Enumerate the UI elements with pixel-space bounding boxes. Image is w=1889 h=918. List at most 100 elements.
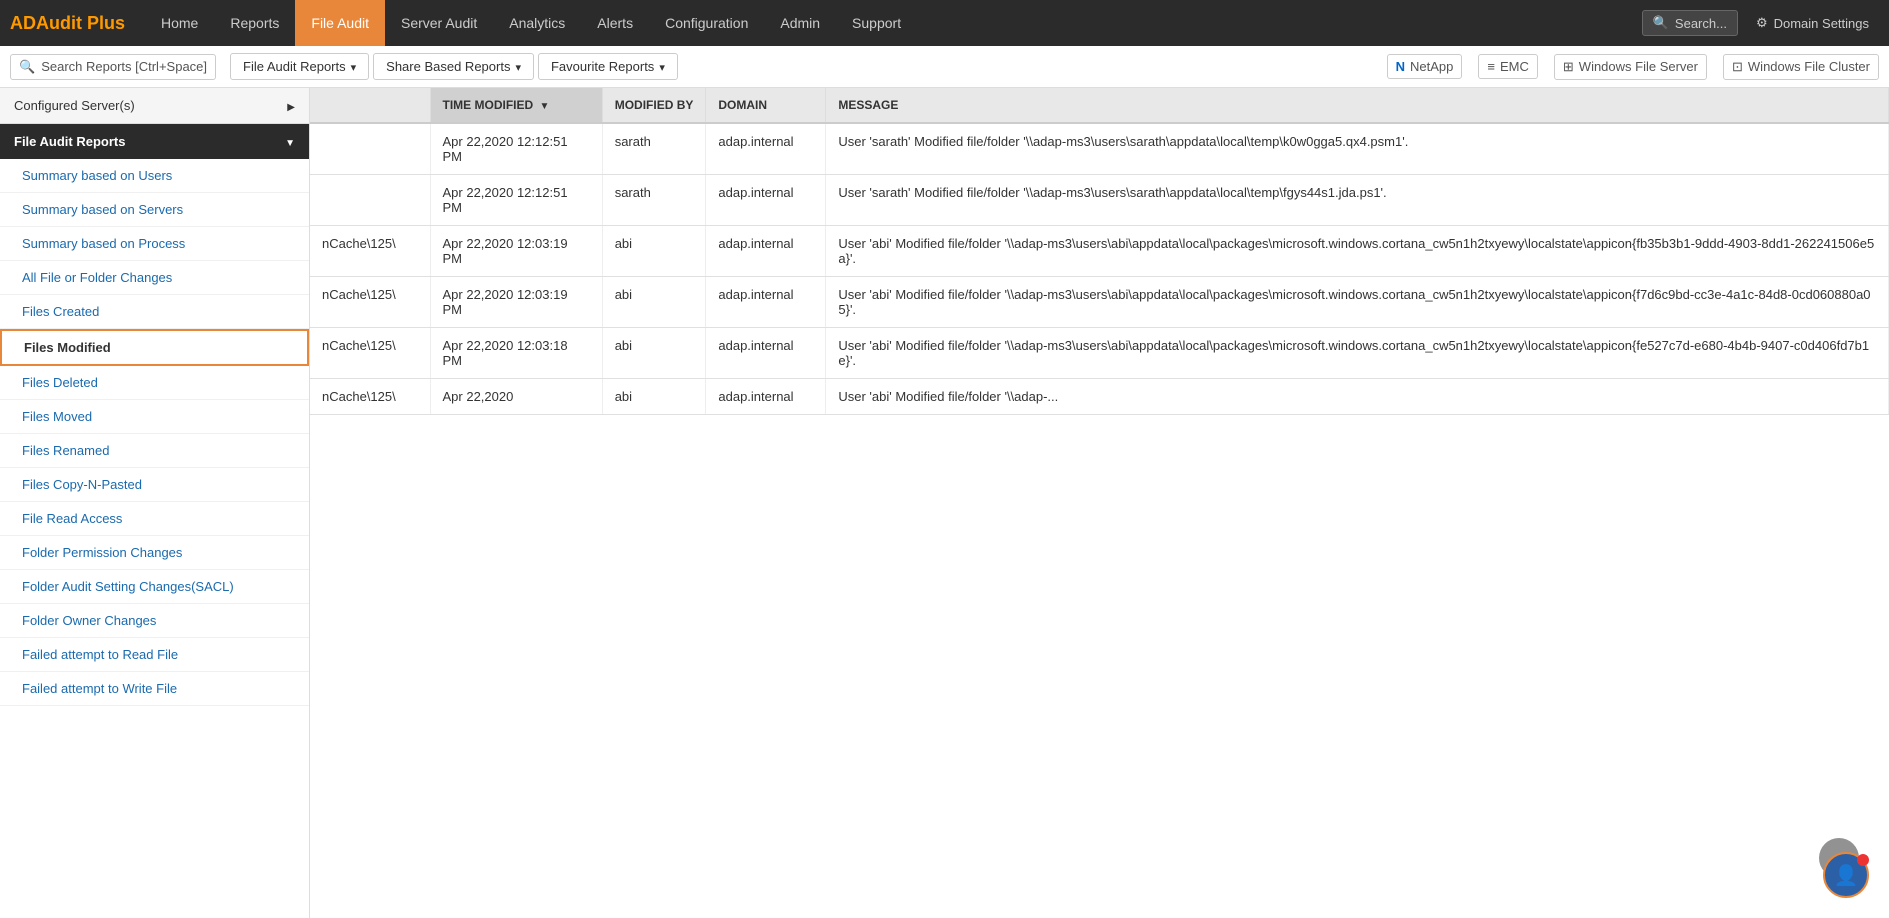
domain-settings-button[interactable]: ⚙ Domain Settings xyxy=(1746,11,1879,35)
nav-admin[interactable]: Admin xyxy=(764,0,836,46)
sidebar-item-file-read-access[interactable]: File Read Access xyxy=(0,502,309,536)
cell-time-modified: Apr 22,2020 12:12:51 PM xyxy=(430,123,602,175)
file-audit-reports-header-label: File Audit Reports xyxy=(14,134,125,149)
netapp-label: NetApp xyxy=(1410,59,1453,74)
table-row: nCache\125\Apr 22,2020abiadap.internalUs… xyxy=(310,379,1889,415)
windows-file-cluster-button[interactable]: ⊡ Windows File Cluster xyxy=(1723,54,1879,80)
nav-support[interactable]: Support xyxy=(836,0,917,46)
col-domain-label: DOMAIN xyxy=(718,98,767,112)
cell-modified-by: sarath xyxy=(602,123,706,175)
col-domain[interactable]: DOMAIN xyxy=(706,88,826,123)
share-based-reports-caret xyxy=(515,59,521,74)
sidebar-item-failed-read[interactable]: Failed attempt to Read File xyxy=(0,638,309,672)
emc-label: EMC xyxy=(1500,59,1529,74)
sidebar-item-folder-permission-changes[interactable]: Folder Permission Changes xyxy=(0,536,309,570)
netapp-icon: N xyxy=(1396,59,1405,74)
sidebar-item-summary-servers[interactable]: Summary based on Servers xyxy=(0,193,309,227)
emc-button[interactable]: ≡ EMC xyxy=(1478,54,1537,79)
cell-modified-by: abi xyxy=(602,226,706,277)
cell-domain: adap.internal xyxy=(706,328,826,379)
top-nav-right: 🔍 Search... ⚙ Domain Settings xyxy=(1642,10,1879,36)
notification-dot xyxy=(1857,854,1869,866)
table-header-row: TIME MODIFIED ▼ MODIFIED BY DOMAIN MESSA… xyxy=(310,88,1889,123)
sidebar-item-files-deleted[interactable]: Files Deleted xyxy=(0,366,309,400)
cell-modified-by: abi xyxy=(602,379,706,415)
netapp-button[interactable]: N NetApp xyxy=(1387,54,1463,79)
sort-arrow-icon: ▼ xyxy=(540,101,550,112)
cell-modified-by: abi xyxy=(602,277,706,328)
sidebar-item-files-renamed[interactable]: Files Renamed xyxy=(0,434,309,468)
windows-file-server-label: Windows File Server xyxy=(1579,59,1698,74)
sidebar-item-folder-owner-changes[interactable]: Folder Owner Changes xyxy=(0,604,309,638)
share-based-reports-dropdown[interactable]: Share Based Reports xyxy=(373,53,534,80)
cell-modified-by: sarath xyxy=(602,175,706,226)
sidebar-item-failed-write[interactable]: Failed attempt to Write File xyxy=(0,672,309,706)
global-search-label: Search... xyxy=(1675,16,1727,31)
cell-message: User 'abi' Modified file/folder '\\adap-… xyxy=(826,226,1889,277)
cell-time-modified: Apr 22,2020 12:03:19 PM xyxy=(430,226,602,277)
table-row: nCache\125\Apr 22,2020 12:03:18 PMabiada… xyxy=(310,328,1889,379)
sidebar: Configured Server(s) File Audit Reports … xyxy=(0,88,310,918)
favourite-reports-label: Favourite Reports xyxy=(551,59,654,74)
cell-message: User 'abi' Modified file/folder '\\adap-… xyxy=(826,277,1889,328)
gear-icon: ⚙ xyxy=(1756,15,1768,31)
domain-settings-label: Domain Settings xyxy=(1774,16,1869,31)
file-audit-reports-caret xyxy=(351,59,357,74)
cell-domain: adap.internal xyxy=(706,175,826,226)
table-row: Apr 22,2020 12:12:51 PMsarathadap.intern… xyxy=(310,123,1889,175)
cell-file-path: nCache\125\ xyxy=(310,226,430,277)
windows-file-server-button[interactable]: ⊞ Windows File Server xyxy=(1554,54,1707,80)
sidebar-item-files-created[interactable]: Files Created xyxy=(0,295,309,329)
table-row: Apr 22,2020 12:12:51 PMsarathadap.intern… xyxy=(310,175,1889,226)
top-navigation: ADAudit Plus Home Reports File Audit Ser… xyxy=(0,0,1889,46)
app-logo: ADAudit Plus xyxy=(10,13,125,34)
sidebar-item-all-file-folder-changes[interactable]: All File or Folder Changes xyxy=(0,261,309,295)
favourite-reports-caret xyxy=(659,59,665,74)
search-small-icon: 🔍 xyxy=(19,59,35,75)
file-audit-reports-dropdown[interactable]: File Audit Reports xyxy=(230,53,369,80)
cell-file-path xyxy=(310,123,430,175)
windows-file-cluster-icon: ⊡ xyxy=(1732,59,1743,75)
global-search[interactable]: 🔍 Search... xyxy=(1642,10,1738,36)
cell-file-path: nCache\125\ xyxy=(310,277,430,328)
cell-time-modified: Apr 22,2020 12:12:51 PM xyxy=(430,175,602,226)
nav-file-audit[interactable]: File Audit xyxy=(295,0,385,46)
cell-domain: adap.internal xyxy=(706,226,826,277)
nav-home[interactable]: Home xyxy=(145,0,214,46)
nav-analytics[interactable]: Analytics xyxy=(493,0,581,46)
nav-configuration[interactable]: Configuration xyxy=(649,0,764,46)
sidebar-item-folder-audit-setting[interactable]: Folder Audit Setting Changes(SACL) xyxy=(0,570,309,604)
sidebar-item-files-moved[interactable]: Files Moved xyxy=(0,400,309,434)
nav-alerts[interactable]: Alerts xyxy=(581,0,649,46)
col-time-modified-label: TIME MODIFIED xyxy=(443,98,534,112)
configured-servers-item[interactable]: Configured Server(s) xyxy=(0,88,309,124)
secondary-navigation: 🔍 Search Reports [Ctrl+Space] File Audit… xyxy=(0,46,1889,88)
cell-time-modified: Apr 22,2020 xyxy=(430,379,602,415)
main-layout: Configured Server(s) File Audit Reports … xyxy=(0,88,1889,918)
platform-icons: N NetApp ≡ EMC ⊞ Windows File Server ⊡ W… xyxy=(1387,54,1879,80)
sidebar-item-files-copy-n-pasted[interactable]: Files Copy-N-Pasted xyxy=(0,468,309,502)
nav-server-audit[interactable]: Server Audit xyxy=(385,0,493,46)
col-message-label: MESSAGE xyxy=(838,98,898,112)
col-time-modified[interactable]: TIME MODIFIED ▼ xyxy=(430,88,602,123)
sidebar-item-summary-users[interactable]: Summary based on Users xyxy=(0,159,309,193)
search-icon: 🔍 xyxy=(1653,15,1669,31)
configured-servers-label: Configured Server(s) xyxy=(14,98,135,113)
search-reports-box[interactable]: 🔍 Search Reports [Ctrl+Space] xyxy=(10,54,216,80)
cell-message: User 'sarath' Modified file/folder '\\ad… xyxy=(826,123,1889,175)
windows-file-server-icon: ⊞ xyxy=(1563,59,1574,75)
sidebar-item-files-modified[interactable]: Files Modified xyxy=(0,329,309,366)
file-audit-reports-header[interactable]: File Audit Reports xyxy=(0,124,309,159)
cell-file-path: nCache\125\ xyxy=(310,328,430,379)
cell-message: User 'abi' Modified file/folder '\\adap-… xyxy=(826,379,1889,415)
file-audit-reports-chevron xyxy=(285,134,295,149)
cell-time-modified: Apr 22,2020 12:03:18 PM xyxy=(430,328,602,379)
favourite-reports-dropdown[interactable]: Favourite Reports xyxy=(538,53,678,80)
sidebar-item-summary-process[interactable]: Summary based on Process xyxy=(0,227,309,261)
nav-reports[interactable]: Reports xyxy=(214,0,295,46)
col-modified-by-label: MODIFIED BY xyxy=(615,98,694,112)
col-message[interactable]: MESSAGE xyxy=(826,88,1889,123)
col-modified-by[interactable]: MODIFIED BY xyxy=(602,88,706,123)
cell-file-path xyxy=(310,175,430,226)
cell-time-modified: Apr 22,2020 12:03:19 PM xyxy=(430,277,602,328)
